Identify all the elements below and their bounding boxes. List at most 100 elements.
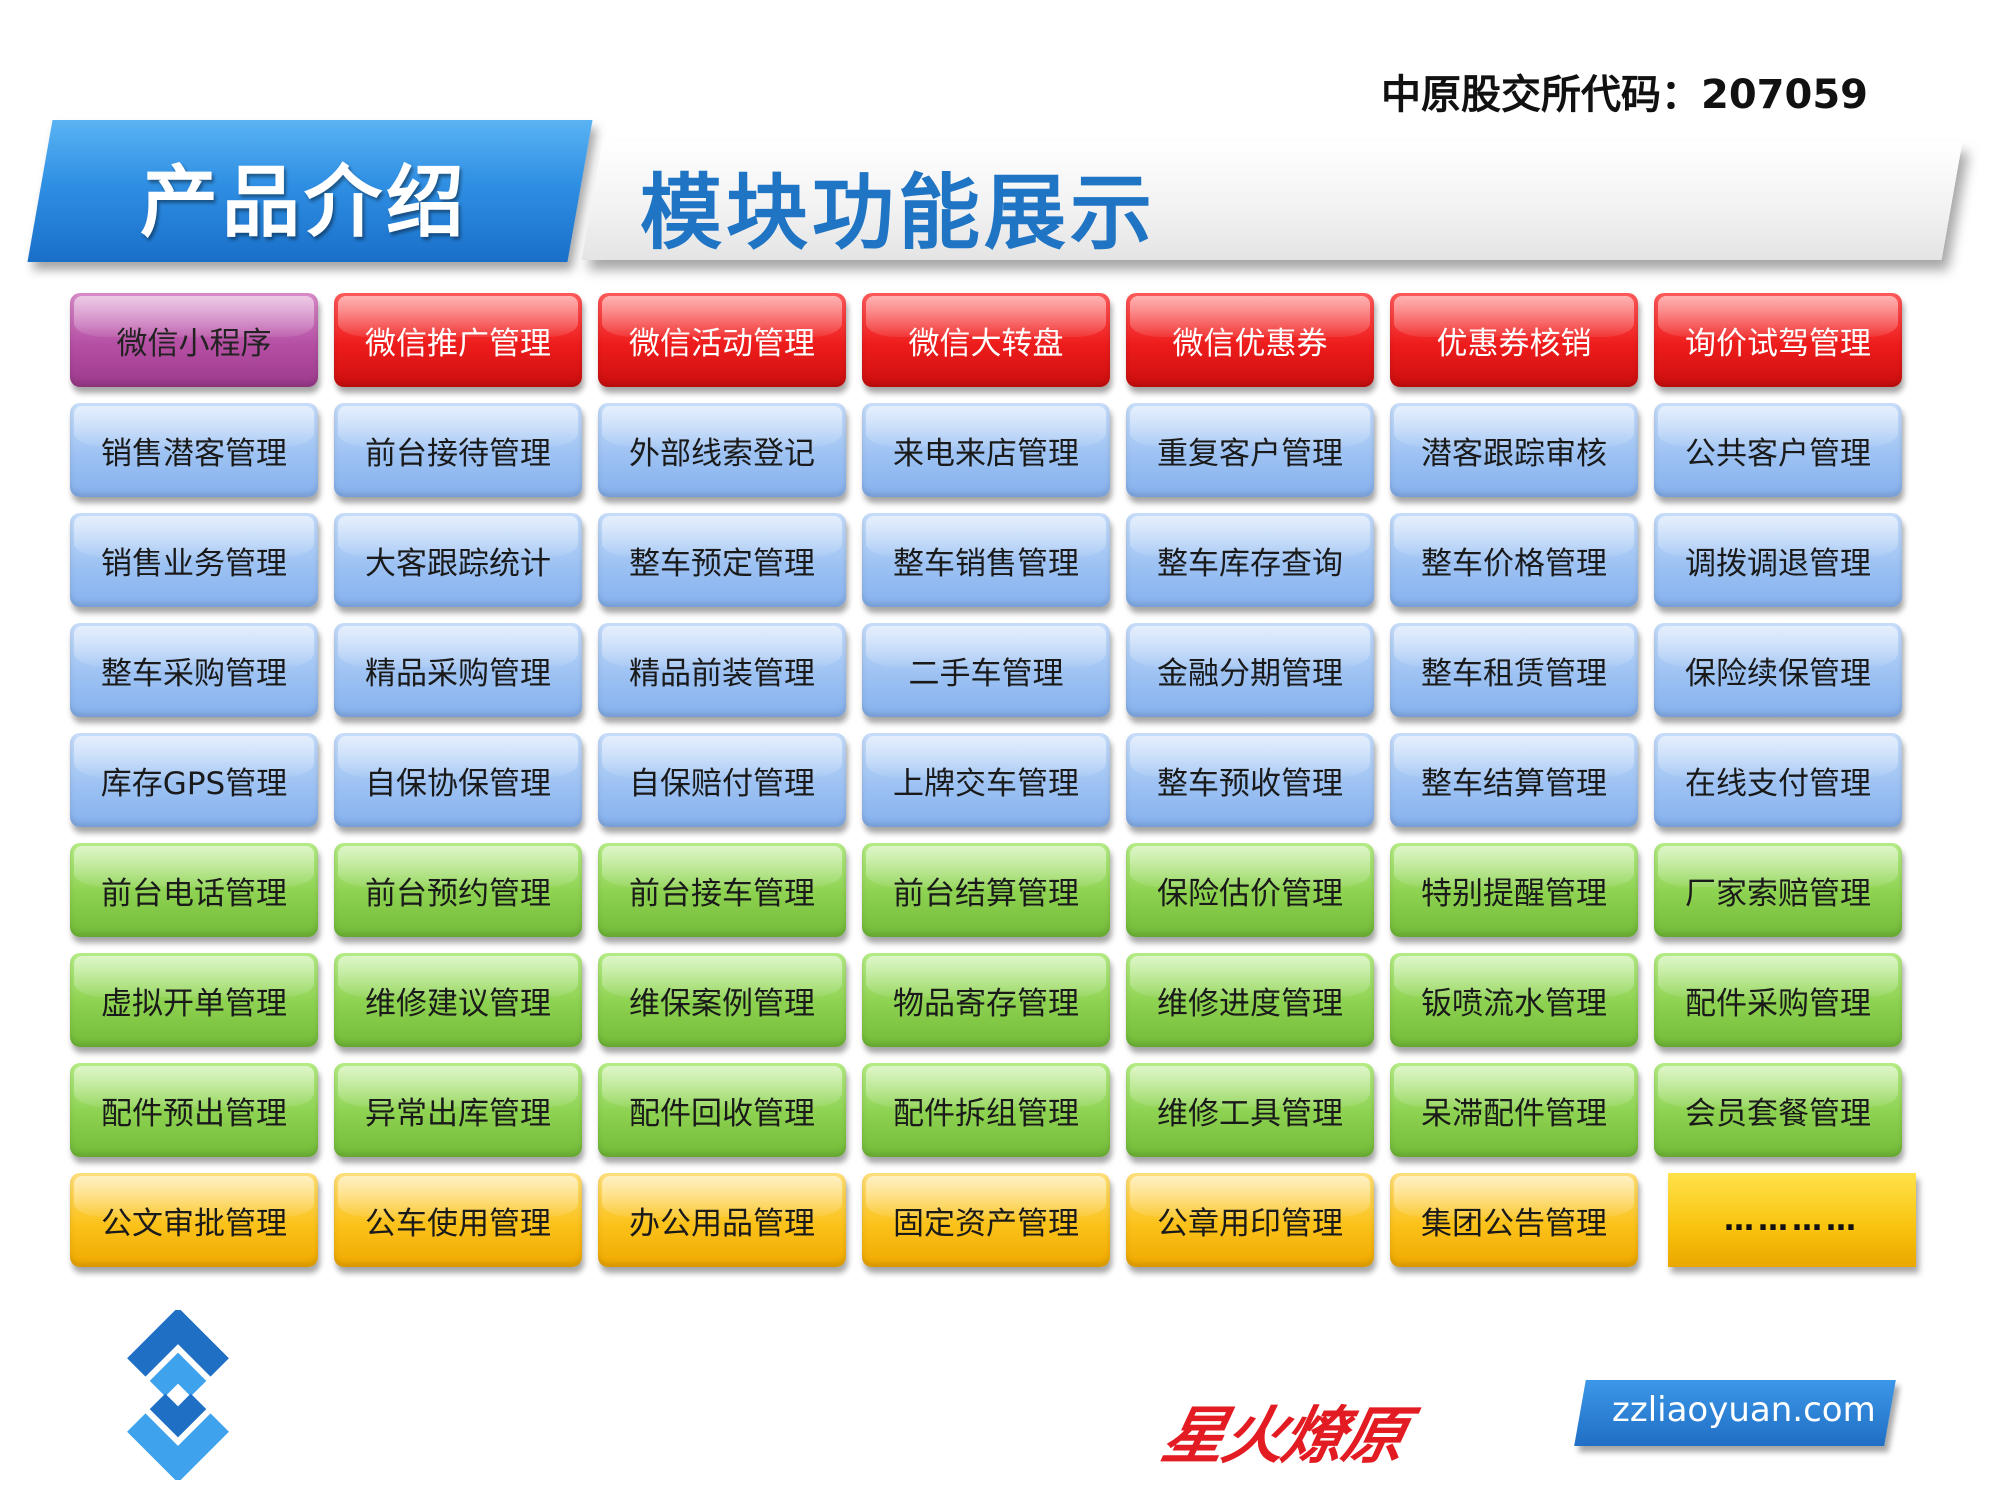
module-button[interactable]: 二手车管理	[862, 623, 1110, 717]
module-label: 钣喷流水管理	[1421, 985, 1607, 1022]
page-title: 模块功能展示	[640, 166, 1157, 261]
module-label: 询价试驾管理	[1685, 325, 1871, 362]
module-button[interactable]: 集团公告管理	[1390, 1173, 1638, 1267]
module-button[interactable]: 上牌交车管理	[862, 733, 1110, 827]
module-button[interactable]: 整车结算管理	[1390, 733, 1638, 827]
module-button[interactable]: 特别提醒管理	[1390, 843, 1638, 937]
module-button[interactable]: 前台结算管理	[862, 843, 1110, 937]
module-label: 调拨调退管理	[1685, 545, 1871, 582]
module-button[interactable]: 维修工具管理	[1126, 1063, 1374, 1157]
module-label: 前台接待管理	[365, 435, 551, 472]
module-button[interactable]: 配件拆组管理	[862, 1063, 1110, 1157]
module-label: 集团公告管理	[1421, 1205, 1607, 1242]
module-button[interactable]: 厂家索赔管理	[1654, 843, 1902, 937]
module-button[interactable]: 公章用印管理	[1126, 1173, 1374, 1267]
module-button[interactable]: 前台预约管理	[334, 843, 582, 937]
module-label: 整车租赁管理	[1421, 655, 1607, 692]
module-label: 会员套餐管理	[1685, 1095, 1871, 1132]
module-label: 整车结算管理	[1421, 765, 1607, 802]
module-button[interactable]: 配件采购管理	[1654, 953, 1902, 1047]
module-button[interactable]: 销售业务管理	[70, 513, 318, 607]
module-button[interactable]: 钣喷流水管理	[1390, 953, 1638, 1047]
module-button[interactable]: 公文审批管理	[70, 1173, 318, 1267]
stock-code: 中原股交所代码：207059	[1381, 72, 1868, 118]
module-button[interactable]: 微信优惠券	[1126, 293, 1374, 387]
module-button[interactable]: 外部线索登记	[598, 403, 846, 497]
module-button[interactable]: 重复客户管理	[1126, 403, 1374, 497]
module-label: 公文审批管理	[101, 1205, 287, 1242]
module-button[interactable]: 维修进度管理	[1126, 953, 1374, 1047]
module-button[interactable]: 配件预出管理	[70, 1063, 318, 1157]
module-label: 整车销售管理	[893, 545, 1079, 582]
module-button[interactable]: 整车预收管理	[1126, 733, 1374, 827]
module-button[interactable]: 库存GPS管理	[70, 733, 318, 827]
module-button[interactable]: 微信推广管理	[334, 293, 582, 387]
module-button[interactable]: 精品前装管理	[598, 623, 846, 717]
module-button[interactable]: 微信活动管理	[598, 293, 846, 387]
brand-slogan: 星火燎原	[1156, 1399, 1412, 1472]
module-button[interactable]: 在线支付管理	[1654, 733, 1902, 827]
module-button[interactable]: 虚拟开单管理	[70, 953, 318, 1047]
module-button[interactable]: 维修建议管理	[334, 953, 582, 1047]
module-label: 大客跟踪统计	[365, 545, 551, 582]
module-button[interactable]: 微信大转盘	[862, 293, 1110, 387]
module-button[interactable]: 销售潜客管理	[70, 403, 318, 497]
module-button[interactable]: 呆滞配件管理	[1390, 1063, 1638, 1157]
module-button[interactable]: 公共客户管理	[1654, 403, 1902, 497]
module-button[interactable]: 询价试驾管理	[1654, 293, 1902, 387]
module-label: 重复客户管理	[1157, 435, 1343, 472]
module-label: 潜客跟踪审核	[1421, 435, 1607, 472]
module-label: 公章用印管理	[1157, 1205, 1343, 1242]
module-button[interactable]: 保险续保管理	[1654, 623, 1902, 717]
module-label: 配件拆组管理	[893, 1095, 1079, 1132]
module-label: 自保赔付管理	[629, 765, 815, 802]
module-button[interactable]: 调拨调退管理	[1654, 513, 1902, 607]
website-link[interactable]: zzliaoyuan.com	[1612, 1390, 1876, 1430]
module-button[interactable]: 前台接车管理	[598, 843, 846, 937]
module-label: 微信小程序	[116, 325, 272, 362]
module-label: 前台结算管理	[893, 875, 1079, 912]
module-button[interactable]: 前台接待管理	[334, 403, 582, 497]
module-label: 前台电话管理	[101, 875, 287, 912]
module-button[interactable]: 自保赔付管理	[598, 733, 846, 827]
module-button[interactable]: 异常出库管理	[334, 1063, 582, 1157]
module-label: 精品采购管理	[365, 655, 551, 692]
module-label: 销售业务管理	[101, 545, 287, 582]
module-label: 优惠券核销	[1436, 325, 1592, 362]
module-button[interactable]: 整车库存查询	[1126, 513, 1374, 607]
module-button[interactable]: 大客跟踪统计	[334, 513, 582, 607]
module-button[interactable]: 前台电话管理	[70, 843, 318, 937]
module-button[interactable]: 自保协保管理	[334, 733, 582, 827]
module-label: 整车预收管理	[1157, 765, 1343, 802]
module-button[interactable]: 整车价格管理	[1390, 513, 1638, 607]
module-button[interactable]: 配件回收管理	[598, 1063, 846, 1157]
module-button[interactable]: 精品采购管理	[334, 623, 582, 717]
module-label: 在线支付管理	[1685, 765, 1871, 802]
module-label: 物品寄存管理	[893, 985, 1079, 1022]
module-button[interactable]: 会员套餐管理	[1654, 1063, 1902, 1157]
module-button[interactable]: 整车租赁管理	[1390, 623, 1638, 717]
module-button[interactable]: 维保案例管理	[598, 953, 846, 1047]
module-button[interactable]: 固定资产管理	[862, 1173, 1110, 1267]
module-button[interactable]: 办公用品管理	[598, 1173, 846, 1267]
module-label: 二手车管理	[908, 655, 1064, 692]
module-label: 异常出库管理	[365, 1095, 551, 1132]
module-button[interactable]: 整车预定管理	[598, 513, 846, 607]
module-label: 虚拟开单管理	[101, 985, 287, 1022]
module-label: 来电来店管理	[893, 435, 1079, 472]
module-button[interactable]: 整车采购管理	[70, 623, 318, 717]
module-label: 公共客户管理	[1685, 435, 1871, 472]
module-button[interactable]: 优惠券核销	[1390, 293, 1638, 387]
module-label: 微信活动管理	[629, 325, 815, 362]
module-button[interactable]: 整车销售管理	[862, 513, 1110, 607]
module-button[interactable]: 金融分期管理	[1126, 623, 1374, 717]
more-modules-button[interactable]: …………	[1668, 1173, 1916, 1267]
module-button[interactable]: 来电来店管理	[862, 403, 1110, 497]
module-label: 办公用品管理	[629, 1205, 815, 1242]
module-button[interactable]: 潜客跟踪审核	[1390, 403, 1638, 497]
module-label: 精品前装管理	[629, 655, 815, 692]
module-button[interactable]: 微信小程序	[70, 293, 318, 387]
module-button[interactable]: 物品寄存管理	[862, 953, 1110, 1047]
module-button[interactable]: 公车使用管理	[334, 1173, 582, 1267]
module-button[interactable]: 保险估价管理	[1126, 843, 1374, 937]
